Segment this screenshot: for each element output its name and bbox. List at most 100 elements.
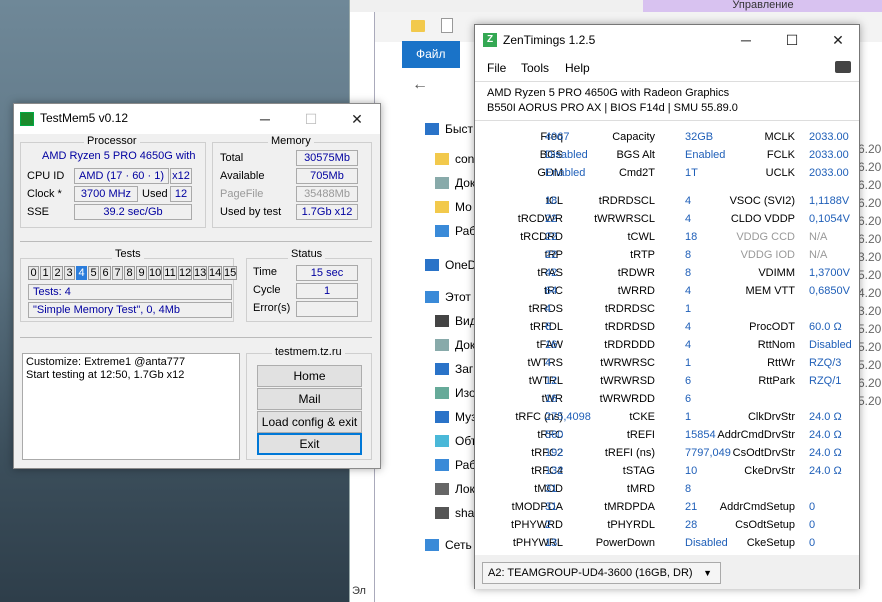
- test-number-cell[interactable]: 9: [136, 266, 147, 280]
- test-number-cell[interactable]: 3: [64, 266, 75, 280]
- tree-item-label: Раб: [455, 224, 477, 238]
- timing-value: 1: [685, 357, 692, 369]
- timing-value: 4: [545, 303, 552, 315]
- tree-item-label: Заг: [455, 362, 474, 376]
- test-number-cell[interactable]: 12: [178, 266, 192, 280]
- timing-label: tWRWRSC: [600, 357, 655, 369]
- timing-value: 18: [545, 195, 558, 207]
- back-arrow-icon[interactable]: ←: [412, 76, 428, 94]
- test-number-cell[interactable]: 6: [100, 266, 111, 280]
- tree-item[interactable]: Док: [435, 334, 475, 356]
- timing-value: 4: [545, 357, 552, 369]
- timing-value: Disabled: [809, 339, 852, 351]
- file-date: 5.20: [858, 358, 882, 372]
- timing-value: 0: [809, 501, 816, 513]
- tree-item[interactable]: Объ: [435, 430, 478, 452]
- tree-item[interactable]: Раб: [435, 454, 476, 476]
- timing-value: 60.0 Ω: [809, 321, 842, 333]
- test-number-cell[interactable]: 11: [163, 266, 177, 280]
- memory-group-label: Memory: [268, 135, 314, 147]
- timing-value: 2033.00: [809, 149, 849, 161]
- timing-label: CsOdtSetup: [735, 519, 795, 531]
- processor-name: AMD Ryzen 5 PRO 4650G with: [42, 150, 196, 162]
- time-label: Time: [253, 266, 278, 278]
- timing-label: VDDG CCD: [736, 231, 795, 243]
- manage-tab[interactable]: Управление: [643, 0, 882, 12]
- timing-value: 24.0 Ω: [809, 429, 842, 441]
- test-number-cell[interactable]: 10: [148, 266, 162, 280]
- folder-icon: [411, 20, 425, 32]
- test-number-cell[interactable]: 13: [193, 266, 207, 280]
- timing-value: 22: [545, 213, 558, 225]
- tree-item[interactable]: Раб: [435, 220, 476, 242]
- log-line: Customize: Extreme1 @anta777: [26, 356, 186, 368]
- close-button[interactable]: ✕: [334, 104, 380, 134]
- timing-value: 132: [545, 465, 564, 477]
- timing-value: 6: [545, 321, 552, 333]
- tree-item[interactable]: Этот: [425, 286, 471, 308]
- tree-item[interactable]: Лок: [435, 478, 475, 500]
- tree-item-label: Этот: [445, 290, 471, 304]
- exit-button[interactable]: Exit: [257, 433, 362, 455]
- test-number-cell[interactable]: 14: [208, 266, 222, 280]
- minimize-button[interactable]: ─: [242, 104, 288, 134]
- log-box[interactable]: Customize: Extreme1 @anta777 Start testi…: [22, 353, 240, 460]
- folder-icon: [435, 153, 449, 165]
- test-number-cell[interactable]: 7: [112, 266, 123, 280]
- test-number-cell[interactable]: 1: [40, 266, 51, 280]
- cpuid-field: AMD (17 · 60 · 1): [74, 168, 169, 184]
- clock-label: Clock *: [27, 188, 62, 200]
- timing-label: CsOdtDrvStr: [732, 447, 795, 459]
- test-number-cell[interactable]: 0: [28, 266, 39, 280]
- timing-label: ClkDrvStr: [747, 411, 795, 423]
- file-tab[interactable]: Файл: [402, 41, 460, 68]
- test-number-cell[interactable]: 8: [124, 266, 135, 280]
- testmem-window: TestMem5 v0.12 ─ ☐ ✕ Processor AMD Ryzen…: [13, 103, 381, 469]
- file-date: 5.20: [858, 268, 882, 282]
- tree-item[interactable]: Изо: [435, 382, 476, 404]
- tree-item-label: Док: [455, 338, 476, 352]
- file-date: 6.20: [858, 232, 882, 246]
- test-number-cell[interactable]: 5: [88, 266, 99, 280]
- test-number-cell[interactable]: 2: [52, 266, 63, 280]
- tree-item[interactable]: Быст: [425, 118, 473, 140]
- tree-item[interactable]: Муз: [435, 406, 477, 428]
- maximize-button[interactable]: ☐: [288, 104, 334, 134]
- tree-item-label: Док: [455, 176, 476, 190]
- tree-item[interactable]: Мо: [435, 196, 472, 218]
- tree-item[interactable]: Док: [435, 172, 475, 194]
- test-number-cell[interactable]: 4: [76, 266, 87, 280]
- sse-label: SSE: [27, 206, 50, 218]
- timing-label: tCKE: [629, 411, 655, 423]
- file-date: 5.20: [858, 340, 882, 354]
- timing-value: 4: [685, 285, 692, 297]
- processor-group-label: Processor: [84, 135, 140, 147]
- test-number-cell[interactable]: 15: [223, 266, 237, 280]
- timing-label: tWRRD: [617, 285, 655, 297]
- home-button[interactable]: Home: [257, 365, 362, 387]
- timing-label: tWRWRSD: [600, 375, 655, 387]
- load-config-exit-button[interactable]: Load config & exit: [257, 411, 362, 433]
- tree-item[interactable]: sha: [435, 502, 474, 524]
- timing-value: 1T: [685, 167, 698, 179]
- tree-item[interactable]: Заг: [435, 358, 473, 380]
- tree-item[interactable]: Сеть: [425, 534, 472, 556]
- timing-label: CkeSetup: [746, 537, 795, 549]
- timing-value: 4: [685, 321, 692, 333]
- timing-label: MEM VTT: [745, 285, 796, 297]
- document-icon: [435, 177, 449, 189]
- tree-item[interactable]: con: [435, 148, 474, 170]
- timing-value: 8: [685, 249, 692, 261]
- threads-field: x12: [170, 168, 192, 184]
- video-icon: [435, 315, 449, 327]
- timing-value: 192: [545, 447, 564, 459]
- tree-item[interactable]: Вид: [435, 310, 477, 332]
- available-label: Available: [220, 170, 265, 182]
- cycle-field: 1: [296, 283, 358, 299]
- module-select[interactable]: A2: TEAMGROUP-UD4-3600 (16GB, DR) ▼: [482, 562, 721, 584]
- tree-item[interactable]: OneD: [425, 254, 476, 276]
- mail-button[interactable]: Mail: [257, 388, 362, 410]
- drive-icon: [435, 483, 449, 495]
- timing-value: 24.0 Ω: [809, 465, 842, 477]
- timing-value: 2033.00: [809, 131, 849, 143]
